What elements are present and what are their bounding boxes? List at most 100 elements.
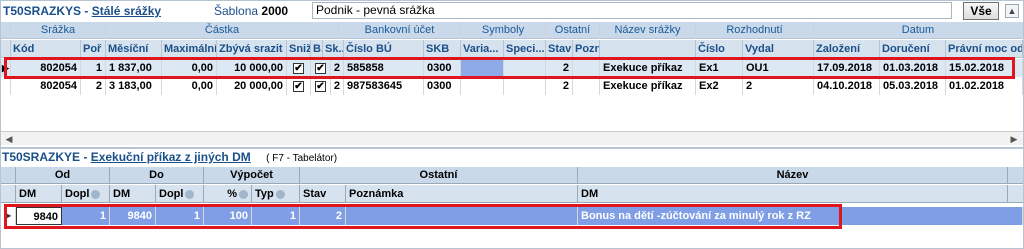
table-row[interactable]: ▶ 802054 1 1 837,00 0,00 10 000,00 ✔ ✔ 2… xyxy=(1,59,1023,77)
cell-doruceni[interactable]: 05.03.2018 xyxy=(880,77,946,95)
cell-typ[interactable]: 1 xyxy=(252,207,300,225)
table-row[interactable]: 802054 2 3 183,00 0,00 20 000,00 ✔ ✔ 2 9… xyxy=(1,77,1023,95)
col-doruceni[interactable]: Doručení xyxy=(880,40,946,58)
col-stav[interactable]: Stav xyxy=(546,40,573,58)
cell-stav-bottom[interactable]: 2 xyxy=(300,207,346,225)
cell-maximalni[interactable]: 0,00 xyxy=(162,77,217,95)
filter-icon[interactable] xyxy=(185,189,195,199)
cell-kod[interactable]: 802054 xyxy=(11,77,81,95)
col-stav-bottom[interactable]: Stav xyxy=(300,185,346,203)
col-cislo[interactable]: Číslo xyxy=(696,40,743,58)
b-checkbox[interactable]: ✔ xyxy=(315,80,326,92)
template-name: Podnik - pevná srážka xyxy=(316,3,435,17)
all-button[interactable]: Vše xyxy=(963,2,999,20)
col-speci[interactable]: Speci... xyxy=(504,40,546,58)
cell-nazev[interactable]: Exekuce příkaz xyxy=(600,59,696,77)
table-row[interactable]: ▶ 9840 1 9840 1 100 1 2 Bonus na dětí -z… xyxy=(1,207,1023,225)
col-sk[interactable]: Sk... xyxy=(323,40,344,58)
cell-sniz[interactable]: ✔ xyxy=(287,77,311,95)
cell-varia[interactable] xyxy=(461,77,504,95)
cell-zalozeni[interactable]: 17.09.2018 xyxy=(814,59,880,77)
cell-b[interactable]: ✔ xyxy=(311,59,331,77)
col-varia[interactable]: Varia... xyxy=(461,40,504,58)
tabulator-hint: ( F7 - Tabelátor) xyxy=(266,153,338,164)
cell-dopl-od[interactable]: 1 xyxy=(62,207,110,225)
cell-skb[interactable]: 0300 xyxy=(424,77,461,95)
cell-pct[interactable]: 100 xyxy=(204,207,252,225)
cell-cislo-bu[interactable]: 987583645 xyxy=(344,77,424,95)
cell-nazev-dm[interactable]: Bonus na dětí -zúčtování za minulý rok z… xyxy=(578,207,1023,225)
cell-poznamka[interactable] xyxy=(346,207,578,225)
row-selector-icon[interactable]: ▶ xyxy=(1,207,16,225)
cell-dm-do[interactable]: 9840 xyxy=(110,207,156,225)
scroll-right-icon[interactable]: ▶ xyxy=(1008,133,1020,145)
cell-dm-od[interactable]: 9840 xyxy=(16,207,62,225)
col-dm-od[interactable]: DM xyxy=(16,185,62,203)
cell-zbyva[interactable]: 20 000,00 xyxy=(217,77,287,95)
cell-stav[interactable]: 2 xyxy=(546,77,573,95)
col-zalozeni[interactable]: Založení xyxy=(814,40,880,58)
cell-dopl-do[interactable]: 1 xyxy=(156,207,204,225)
col-pozn[interactable]: Pozn xyxy=(573,40,600,58)
col-maximalni[interactable]: Maximální xyxy=(162,40,217,58)
cell-por[interactable]: 1 xyxy=(81,59,106,77)
col-mesicni[interactable]: Měsíční xyxy=(106,40,162,58)
cell-pozn[interactable] xyxy=(573,59,600,77)
col-cislo-bu[interactable]: Číslo BÚ xyxy=(344,40,424,58)
cell-sniz[interactable]: ✔ xyxy=(287,59,311,77)
cell-pravni-moc[interactable]: 15.02.2018 xyxy=(946,59,1023,77)
col-pct[interactable]: % xyxy=(204,185,252,203)
cell-mesicni[interactable]: 1 837,00 xyxy=(106,59,162,77)
scroll-left-icon[interactable]: ◀ xyxy=(3,133,15,145)
cell-cislo[interactable]: Ex2 xyxy=(696,77,743,95)
cell-cislo[interactable]: Ex1 xyxy=(696,59,743,77)
col-dm-do[interactable]: DM xyxy=(110,185,156,203)
cell-kod[interactable]: 802054 xyxy=(11,59,81,77)
collapse-panel-icon[interactable]: ▲ xyxy=(1005,4,1019,18)
cell-pozn[interactable] xyxy=(573,77,600,95)
sniz-checkbox[interactable]: ✔ xyxy=(293,62,304,74)
cell-cislo-bu[interactable]: 585858 xyxy=(344,59,424,77)
cell-varia[interactable] xyxy=(461,59,504,77)
cell-skb[interactable]: 0300 xyxy=(424,59,461,77)
col-skb[interactable]: SKB xyxy=(424,40,461,58)
cell-doruceni[interactable]: 01.03.2018 xyxy=(880,59,946,77)
col-dopl-do[interactable]: Dopl xyxy=(156,185,204,203)
cell-maximalni[interactable]: 0,00 xyxy=(162,59,217,77)
col-typ[interactable]: Typ xyxy=(252,185,300,203)
cell-stav[interactable]: 2 xyxy=(546,59,573,77)
filter-icon[interactable] xyxy=(239,189,248,199)
cell-speci[interactable] xyxy=(504,59,546,77)
cell-zalozeni[interactable]: 04.10.2018 xyxy=(814,77,880,95)
cell-zbyva[interactable]: 10 000,00 xyxy=(217,59,287,77)
cell-vydal[interactable]: 2 xyxy=(743,77,814,95)
cell-vydal[interactable]: OU1 xyxy=(743,59,814,77)
bottom-panel-code: T50SRAZKYE xyxy=(2,150,81,164)
col-nazev-dm[interactable]: DM xyxy=(578,185,1008,203)
col-dopl-od[interactable]: Dopl xyxy=(62,185,110,203)
col-kod[interactable]: Kód xyxy=(11,40,81,58)
cell-nazev[interactable]: Exekuce příkaz xyxy=(600,77,696,95)
cell-mesicni[interactable]: 3 183,00 xyxy=(106,77,162,95)
b-checkbox[interactable]: ✔ xyxy=(315,62,326,74)
filter-icon[interactable] xyxy=(275,189,285,199)
col-b[interactable]: B. xyxy=(311,40,323,58)
col-nazev[interactable] xyxy=(600,40,696,58)
cell-pravni-moc[interactable]: 01.02.2018 xyxy=(946,77,1023,95)
col-zbyva-srazit[interactable]: Zbývá srazit xyxy=(217,40,287,58)
col-por[interactable]: Poř xyxy=(81,40,106,58)
top-horizontal-scrollbar[interactable]: ◀ ▶ xyxy=(1,131,1023,145)
col-sniz[interactable]: Sniž xyxy=(287,40,311,58)
filter-icon[interactable] xyxy=(91,189,101,199)
group-vypocet: Výpočet xyxy=(204,167,300,184)
cell-por[interactable]: 2 xyxy=(81,77,106,95)
col-pravni-moc[interactable]: Právní moc od xyxy=(946,40,1023,58)
row-selector-icon[interactable]: ▶ xyxy=(1,59,11,77)
cell-speci[interactable] xyxy=(504,77,546,95)
cell-b[interactable]: ✔ xyxy=(311,77,331,95)
cell-sk[interactable]: 2 xyxy=(331,59,344,77)
sniz-checkbox[interactable]: ✔ xyxy=(293,80,304,92)
cell-sk[interactable]: 2 xyxy=(331,77,344,95)
col-vydal[interactable]: Vydal xyxy=(743,40,814,58)
col-poznamka[interactable]: Poznámka xyxy=(346,185,578,203)
